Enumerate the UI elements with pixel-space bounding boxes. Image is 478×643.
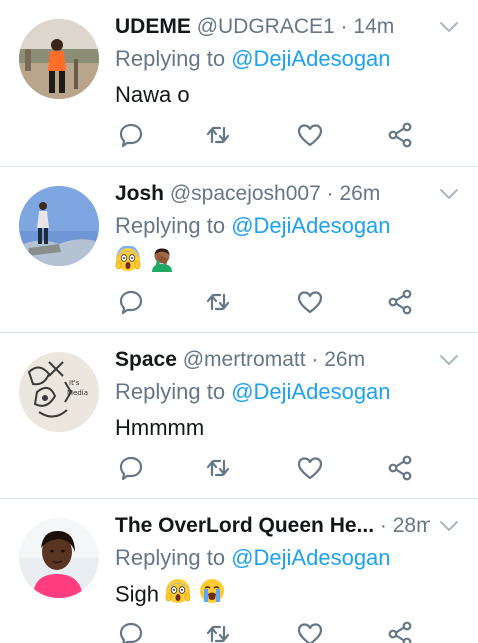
tweet-card[interactable]: It's Media Space @mertromatt · 26m Reply…	[0, 333, 478, 499]
separator-dot: ·	[311, 348, 319, 371]
action-bar	[115, 620, 425, 643]
tweet-text: Nawa o	[115, 82, 190, 107]
tweet-header: Space @mertromatt · 26m	[115, 345, 430, 375]
share-nodes-icon[interactable]	[386, 454, 414, 482]
action-bar	[115, 121, 425, 149]
timestamp[interactable]: 26m	[324, 348, 365, 371]
timestamp[interactable]: 14m	[353, 15, 394, 38]
user-handle[interactable]: @mertromatt	[183, 348, 306, 371]
heart-outline-icon[interactable]	[296, 620, 324, 643]
user-name[interactable]: The OverLord Queen He...	[115, 514, 374, 537]
mention-link[interactable]: @DejiAdesogan	[231, 545, 390, 570]
comment-bubble-icon[interactable]	[117, 288, 145, 316]
share-nodes-icon[interactable]	[386, 620, 414, 643]
replying-to-label: Replying to	[115, 213, 226, 238]
heart-outline-icon[interactable]	[296, 121, 324, 149]
loudly-crying-face-icon	[199, 578, 225, 613]
user-handle[interactable]: @UDGRACE1	[197, 15, 335, 38]
tweet-text: Hmmmm	[115, 415, 205, 440]
avatar-watermark-top: It's	[69, 379, 80, 387]
tweet-header: UDEME @UDGRACE1 · 14m	[115, 12, 430, 42]
separator-dot: ·	[340, 15, 348, 38]
tweet-text: Sigh	[115, 578, 227, 613]
retweet-arrows-icon[interactable]	[204, 454, 232, 482]
avatar-watermark-bottom: Media	[67, 389, 89, 397]
tweet-card[interactable]: UDEME @UDGRACE1 · 14m Replying to @DejiA…	[0, 0, 478, 167]
comment-bubble-icon[interactable]	[117, 121, 145, 149]
comment-bubble-icon[interactable]	[117, 454, 145, 482]
user-handle[interactable]: @spacejosh007	[170, 182, 321, 205]
share-nodes-icon[interactable]	[386, 121, 414, 149]
replying-to-label: Replying to	[115, 46, 226, 71]
action-bar	[115, 454, 425, 482]
replying-to-label: Replying to	[115, 379, 226, 404]
mention-link[interactable]: @DejiAdesogan	[231, 213, 390, 238]
comment-bubble-icon[interactable]	[117, 620, 145, 643]
separator-dot: ·	[379, 514, 387, 537]
tweet-card[interactable]: The OverLord Queen He... · 28m Replying …	[0, 499, 478, 643]
tweet-header: Josh @spacejosh007 · 26m	[115, 179, 430, 209]
reply-feed: UDEME @UDGRACE1 · 14m Replying to @DejiA…	[0, 0, 478, 643]
man-facepalming-icon	[149, 246, 175, 281]
face-screaming-in-fear-icon	[115, 245, 141, 281]
mention-link[interactable]: @DejiAdesogan	[231, 379, 390, 404]
avatar[interactable]	[19, 186, 99, 266]
chevron-down-icon[interactable]	[438, 515, 460, 537]
heart-outline-icon[interactable]	[296, 454, 324, 482]
replying-to-line: Replying to @DejiAdesogan	[115, 44, 391, 74]
retweet-arrows-icon[interactable]	[204, 288, 232, 316]
replying-to-line: Replying to @DejiAdesogan	[115, 377, 391, 407]
avatar[interactable]	[19, 518, 99, 598]
chevron-down-icon[interactable]	[438, 183, 460, 205]
tweet-card[interactable]: Josh @spacejosh007 · 26m Replying to @De…	[0, 167, 478, 333]
tweet-header: The OverLord Queen He... · 28m	[115, 511, 430, 541]
heart-outline-icon[interactable]	[296, 288, 324, 316]
user-name[interactable]: Josh	[115, 182, 164, 205]
timestamp[interactable]: 28m	[393, 514, 430, 537]
avatar[interactable]	[19, 19, 99, 99]
replying-to-line: Replying to @DejiAdesogan	[115, 211, 391, 241]
timestamp[interactable]: 26m	[339, 182, 380, 205]
tweet-text-content: Sigh	[115, 581, 160, 607]
retweet-arrows-icon[interactable]	[204, 121, 232, 149]
user-name[interactable]: Space	[115, 348, 177, 371]
separator-dot: ·	[326, 182, 334, 205]
replying-to-label: Replying to	[115, 545, 226, 570]
share-nodes-icon[interactable]	[386, 288, 414, 316]
chevron-down-icon[interactable]	[438, 16, 460, 38]
tweet-text	[115, 245, 177, 281]
face-screaming-in-fear-icon	[165, 578, 191, 613]
avatar[interactable]: It's Media	[19, 352, 99, 432]
mention-link[interactable]: @DejiAdesogan	[231, 46, 390, 71]
retweet-arrows-icon[interactable]	[204, 620, 232, 643]
action-bar	[115, 288, 425, 316]
replying-to-line: Replying to @DejiAdesogan	[115, 543, 391, 573]
user-name[interactable]: UDEME	[115, 15, 191, 38]
chevron-down-icon[interactable]	[438, 349, 460, 371]
